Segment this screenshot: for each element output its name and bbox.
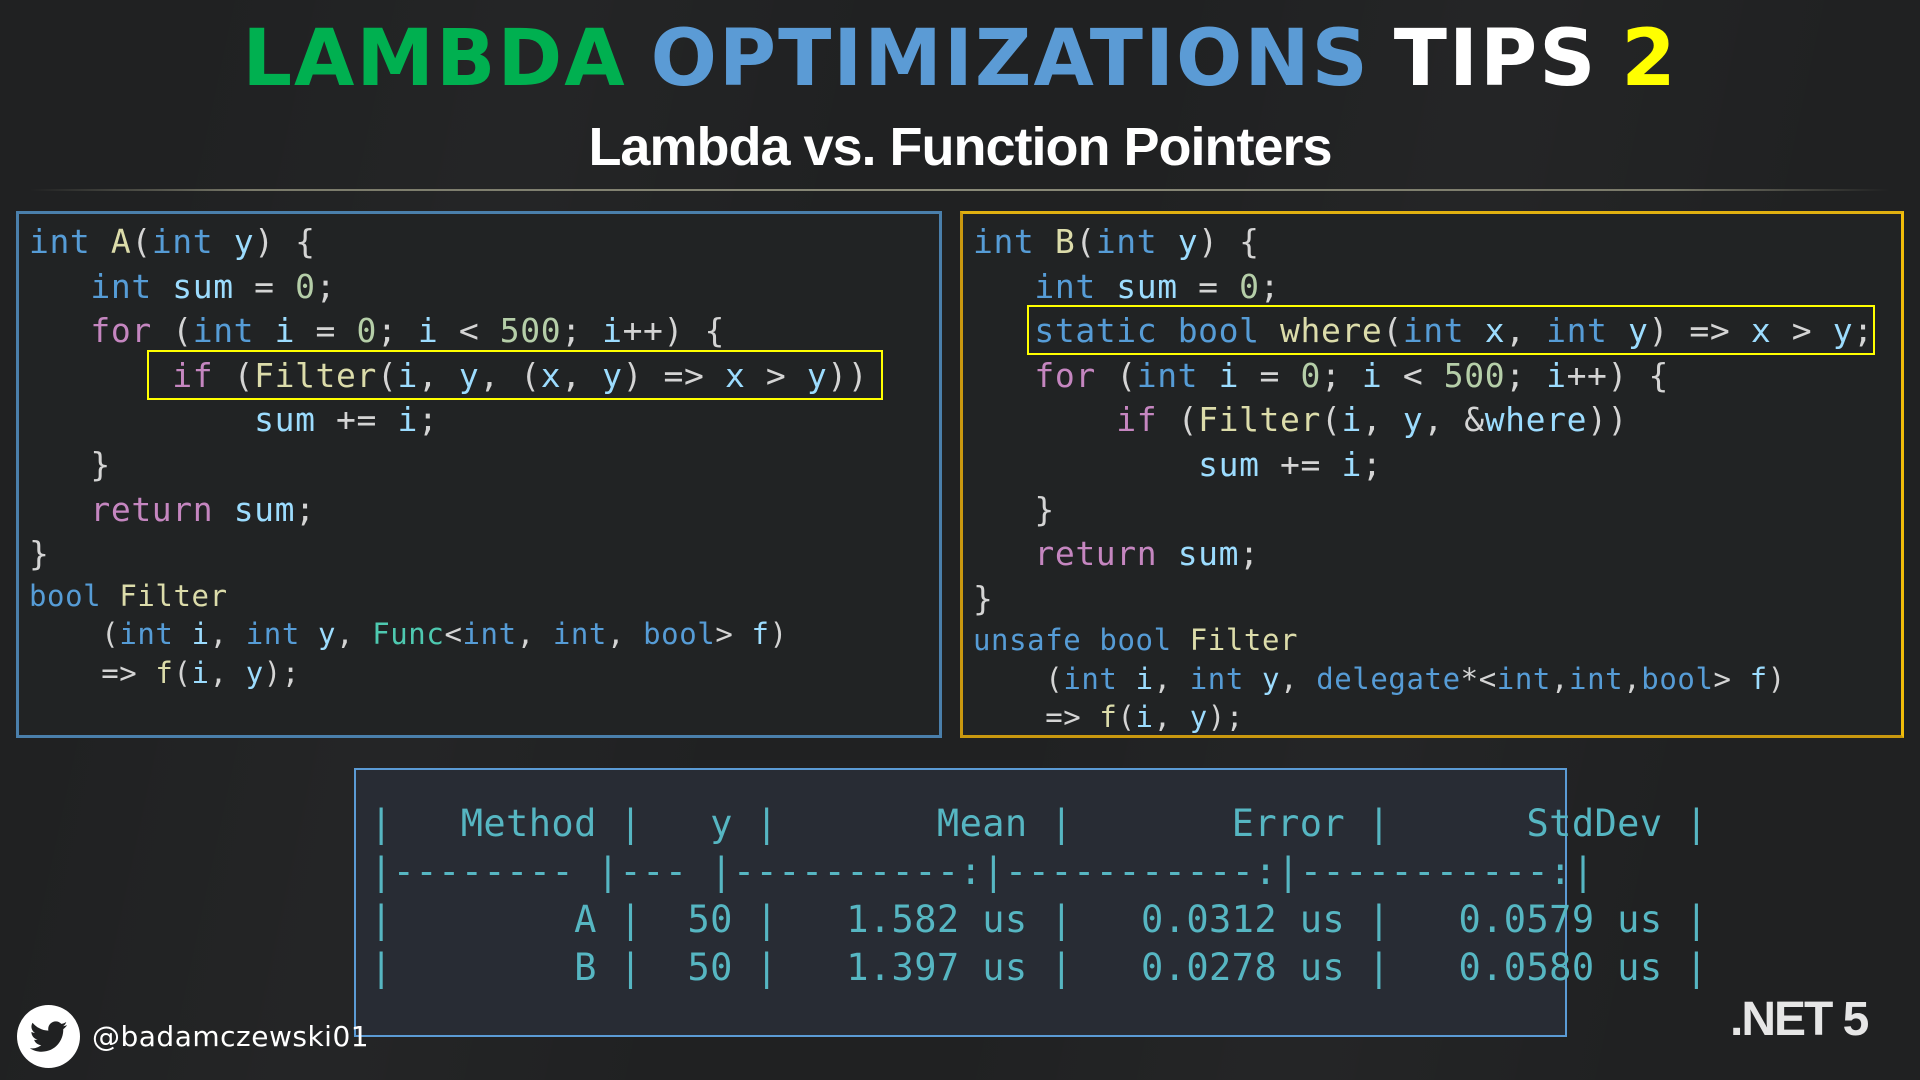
code-line: int sum = 0; [90,266,337,306]
code-line: } [973,489,1055,529]
code-line: } [973,578,994,618]
title-word-lambda: LAMBDA [242,14,627,104]
code-line: return sum; [1034,534,1260,574]
page-title: LAMBDA OPTIMIZATIONS TIPS 2 [0,14,1920,104]
code-line: if (Filter(i, y, &where)) [1116,400,1628,440]
code-line: sum += i; [254,400,439,440]
benchmark-table: | Method | y | Mean | Error | StdDev | |-… [354,768,1707,1037]
table-separator-row: |-------- |--- |----------:|-----------:… [370,850,1595,893]
twitter-bird-icon [17,1005,80,1068]
table-row: | B | 50 | 1.397 us | 0.0278 us | 0.0580… [370,946,1708,989]
title-word-number: 2 [1621,14,1678,104]
table-row: | A | 50 | 1.582 us | 0.0312 us | 0.0579… [370,898,1708,941]
code-line: for (int i = 0; i < 500; i++) { [1034,355,1669,395]
table-header-row: | Method | y | Mean | Error | StdDev | [370,802,1708,845]
code-block-lambda: int A(int y) { int sum = 0; for (int i =… [29,220,868,692]
twitter-bird-glyph [29,1020,67,1052]
code-line: return sum; [90,489,316,529]
platform-label: .NET 5 [1730,993,1869,1046]
divider [30,189,1890,191]
code-line: for (int i = 0; i < 500; i++) { [90,311,725,351]
code-block-function-pointer: int B(int y) { int sum = 0; static bool … [973,220,1874,737]
code-line: bool Filter [29,578,228,613]
code-line: (int i, int y, delegate*<int,int,bool> f… [973,661,1786,696]
highlight-static-function [1027,305,1875,355]
code-line: => f(i, y); [973,700,1244,735]
code-line: } [29,534,50,574]
highlight-lambda-call [147,350,883,400]
twitter-credit: @badamczewski01 [17,1005,369,1068]
code-line: => f(i, y); [29,655,300,690]
title-word-tips: TIPS [1393,14,1598,104]
code-panel-lambda: int A(int y) { int sum = 0; for (int i =… [16,211,942,738]
code-line: int B(int y) { [973,222,1260,261]
code-line: int sum = 0; [1034,266,1281,306]
code-line: sum += i; [1198,444,1383,484]
code-line: } [29,444,111,484]
benchmark-text: | Method | y | Mean | Error | StdDev | |-… [370,800,1708,992]
twitter-handle: @badamczewski01 [92,1020,370,1053]
code-line: int A(int y) { [29,222,316,261]
code-panel-function-pointer: int B(int y) { int sum = 0; static bool … [960,211,1904,738]
code-line: unsafe bool Filter [973,623,1299,658]
title-word-optimizations: OPTIMIZATIONS [650,14,1370,104]
subtitle: Lambda vs. Function Pointers [588,117,1332,177]
code-line: (int i, int y, Func<int, int, bool> f) [29,617,788,652]
